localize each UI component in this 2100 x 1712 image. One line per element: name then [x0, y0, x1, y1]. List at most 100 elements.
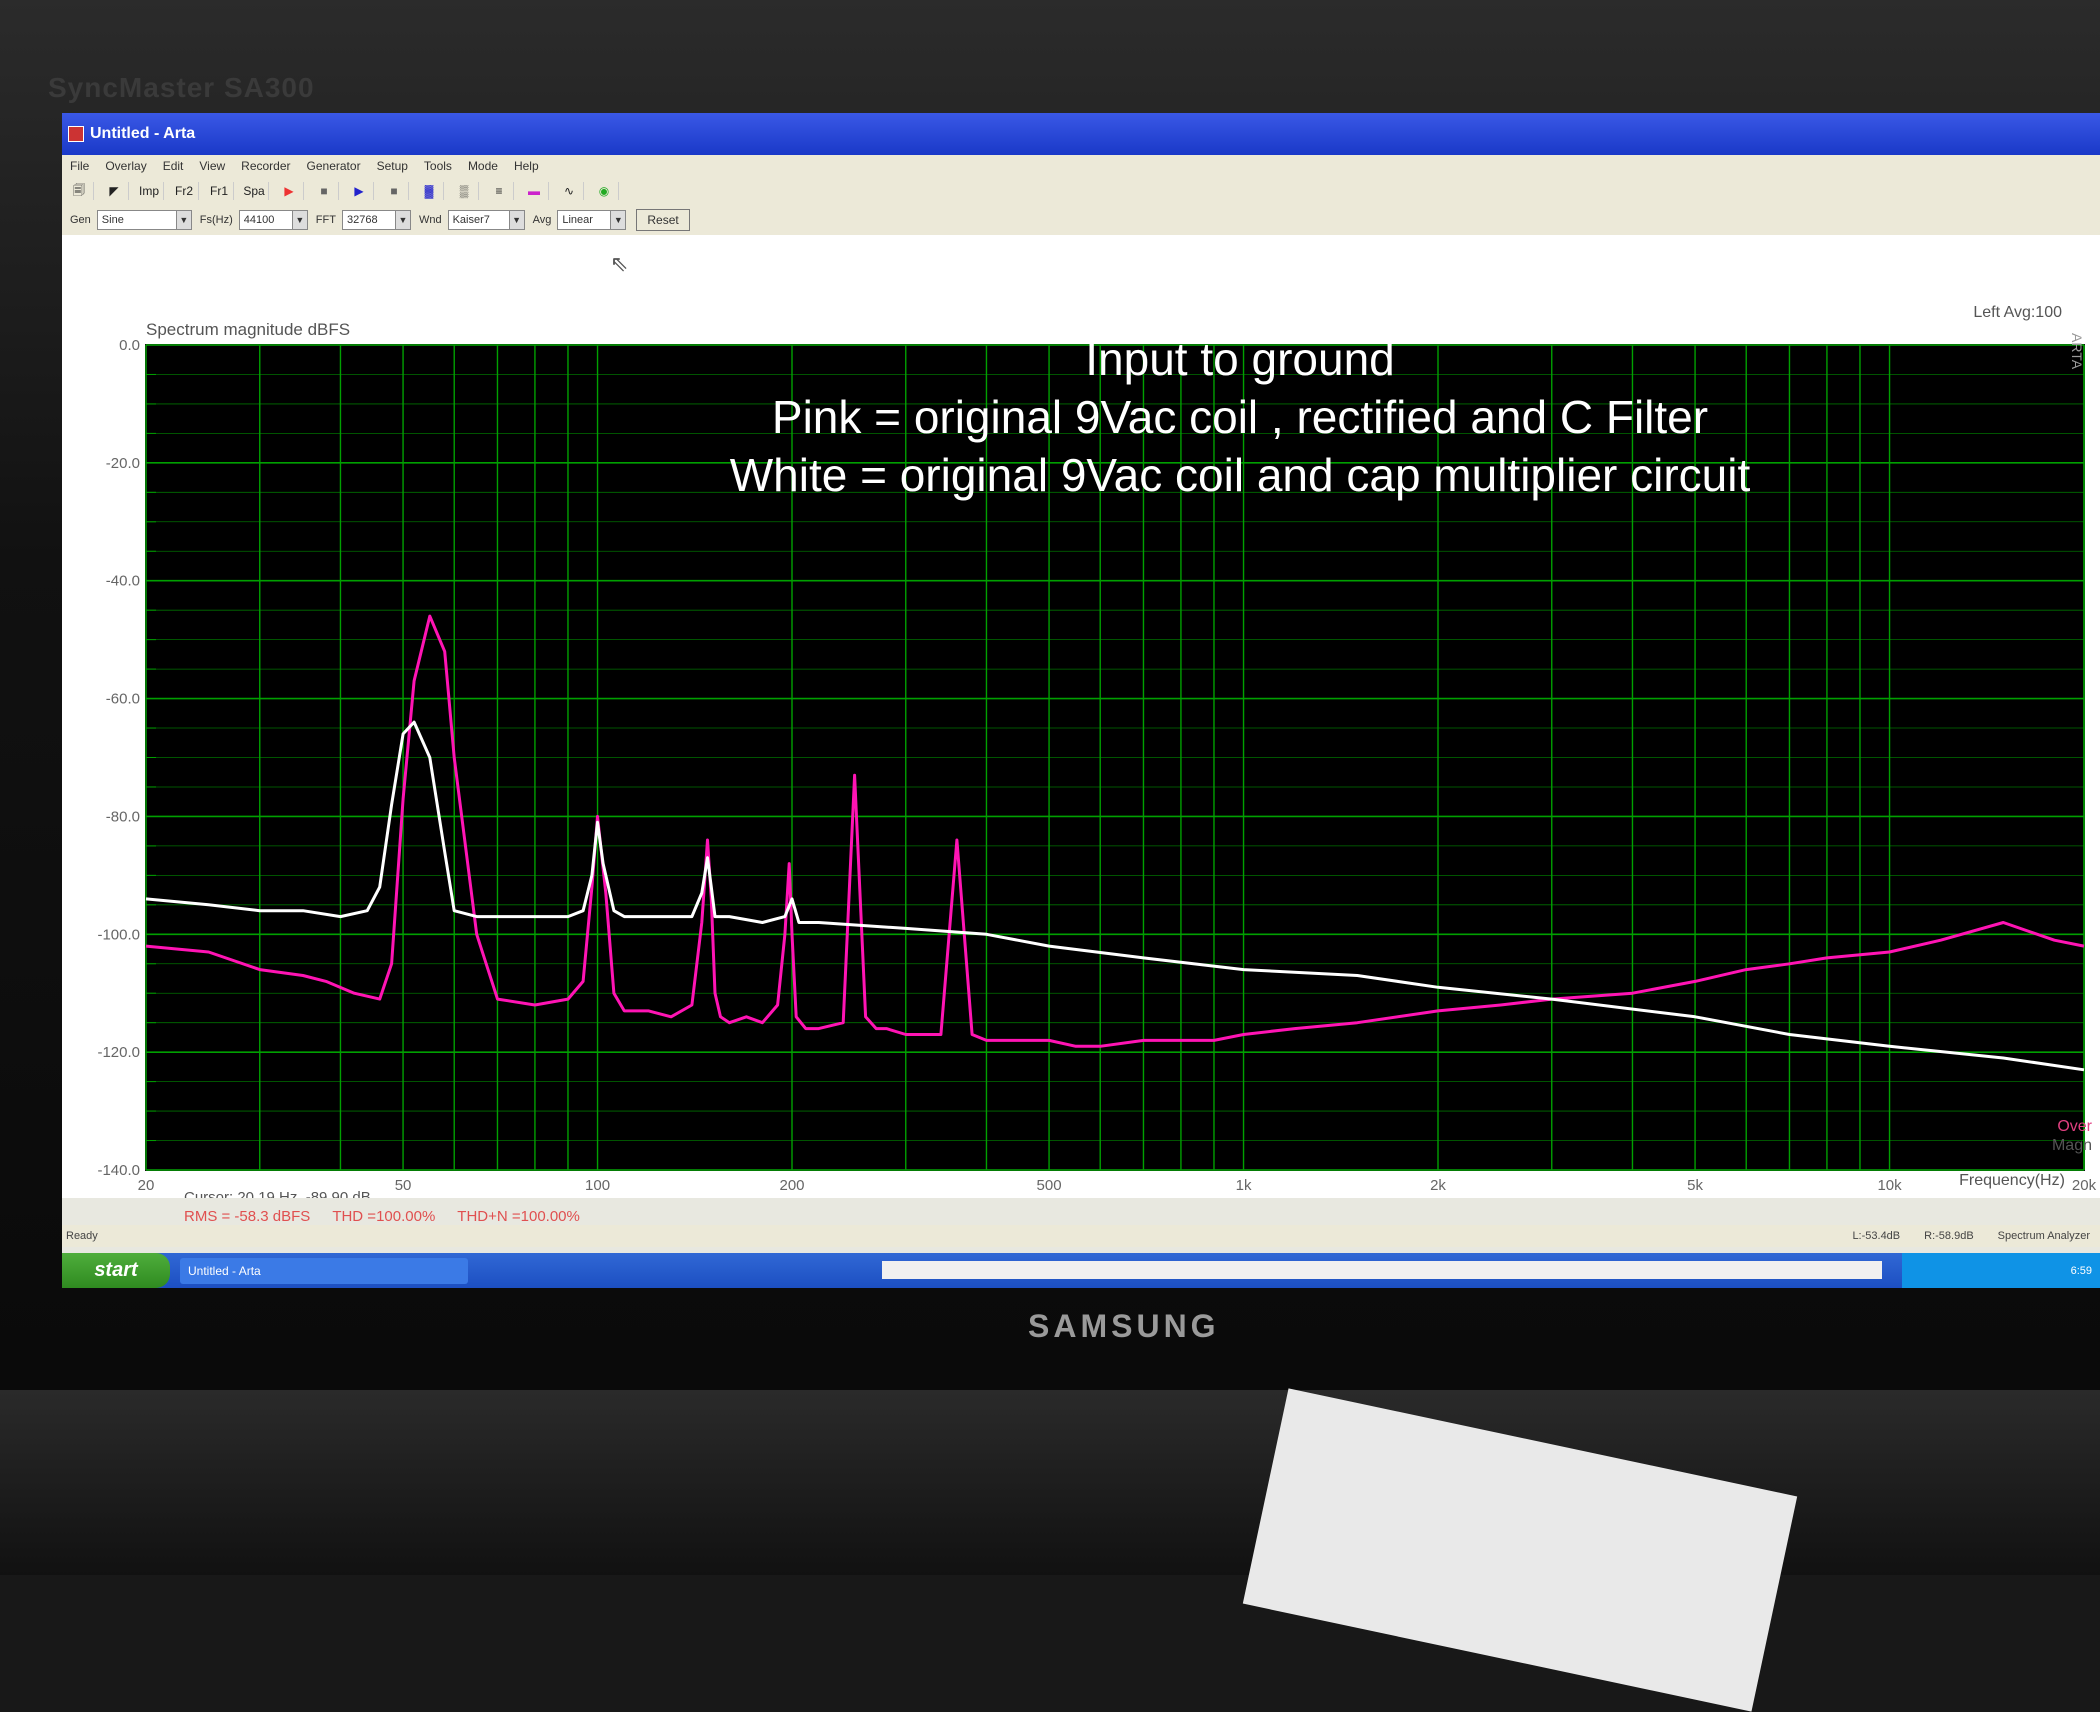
fft-select[interactable]: 32768	[341, 210, 396, 230]
main-toolbar: 🗐 ◤ Imp Fr2 Fr1 Spa ▶ ■ ▶ ■ ▓ ▒ ≡ ▬ ∿ ◉	[62, 177, 2100, 206]
measurement-readout: RMS = -58.3 dBFS THD =100.00% THD+N =100…	[184, 1208, 580, 1225]
stop2-icon[interactable]: ■	[380, 182, 409, 200]
x-axis-label: Frequency(Hz)	[1959, 1172, 2065, 1189]
y-tick-label: -20.0	[106, 455, 140, 472]
avg-field: Avg Linear ▼	[533, 210, 627, 230]
title-bar: Untitled - Arta	[62, 113, 2100, 155]
system-tray: 6:59	[1902, 1253, 2100, 1288]
avg-label: Avg	[532, 214, 552, 226]
annotation-white: White = original 9Vac coil and cap multi…	[730, 449, 1751, 501]
fs-field: Fs(Hz) 44100 ▼	[200, 210, 308, 230]
y-tick-label: -80.0	[106, 808, 140, 825]
annotation-pink: Pink = original 9Vac coil , rectified an…	[772, 391, 1708, 443]
avg-select[interactable]: Linear	[557, 210, 612, 230]
y-axis-label: Spectrum magnitude dBFS	[146, 320, 350, 339]
y-tick-label: -40.0	[106, 573, 140, 590]
chart-title: Input to ground	[1085, 333, 1394, 385]
window-title: Untitled - Arta	[90, 125, 196, 142]
stop-icon[interactable]: ■	[310, 182, 339, 200]
app-icon	[68, 126, 84, 142]
chevron-down-icon[interactable]: ▼	[292, 210, 308, 230]
spa-button[interactable]: Spa	[240, 182, 269, 200]
over-label: Over	[2057, 1118, 2092, 1135]
menu-view[interactable]: View	[199, 159, 225, 173]
chevron-down-icon[interactable]: ▼	[611, 210, 627, 230]
x-tick-label: 200	[779, 1177, 804, 1194]
gen-label: Gen	[70, 214, 91, 226]
status-bar: Ready L:-53.4dB R:-58.9dB Spectrum Analy…	[62, 1225, 2100, 1247]
x-tick-label: 5k	[1687, 1177, 1703, 1194]
imp-button[interactable]: Imp	[135, 182, 164, 200]
top-right-label: Left Avg:100	[1973, 304, 2062, 321]
scope-icon[interactable]: ◉	[590, 182, 619, 200]
menu-recorder[interactable]: Recorder	[241, 159, 290, 173]
chevron-down-icon[interactable]: ▼	[176, 210, 192, 230]
menu-tools[interactable]: Tools	[424, 159, 452, 173]
grid-icon[interactable]: ▒	[450, 182, 479, 200]
chevron-down-icon[interactable]: ▼	[395, 210, 411, 230]
menu-mode[interactable]: Mode	[468, 159, 498, 173]
menu-overlay[interactable]: Overlay	[105, 159, 146, 173]
y-tick-label: -120.0	[97, 1044, 140, 1061]
menu-setup[interactable]: Setup	[377, 159, 408, 173]
status-left-level: L:-53.4dB	[1852, 1230, 1901, 1242]
taskbar-strip	[882, 1261, 1882, 1279]
cursor-readout: Cursor: 20.19 Hz, -89.90 dB	[184, 1189, 371, 1198]
status-right-level: R:-58.9dB	[1924, 1230, 1974, 1242]
y-tick-label: -60.0	[106, 691, 140, 708]
start-button[interactable]: start	[62, 1253, 170, 1288]
x-tick-label: 10k	[1877, 1177, 1902, 1194]
fs-label: Fs(Hz)	[199, 214, 233, 226]
fr1-button[interactable]: Fr1	[205, 182, 234, 200]
record-icon[interactable]: ▶	[275, 182, 304, 200]
x-tick-label: 50	[395, 1177, 412, 1194]
monitor-model-label: SyncMaster SA300	[48, 72, 315, 103]
chevron-down-icon[interactable]: ▼	[509, 210, 525, 230]
copy-icon[interactable]: 🗐	[65, 182, 94, 200]
menu-generator[interactable]: Generator	[307, 159, 361, 173]
side-label: ARTA	[2069, 333, 2085, 370]
status-mode: Spectrum Analyzer	[1997, 1230, 2090, 1242]
reset-button[interactable]: Reset	[636, 209, 690, 231]
rms-readout: RMS = -58.3 dBFS	[184, 1208, 311, 1225]
wnd-field: Wnd Kaiser7 ▼	[419, 210, 525, 230]
clock: 6:59	[2070, 1264, 2092, 1277]
wave-icon[interactable]: ∿	[555, 182, 584, 200]
spectrum-icon[interactable]: ▓	[415, 182, 444, 200]
spectrum-chart[interactable]: 0.0 -20.0 -40.0 -60.0 -80.0 -100.0 -120.0 -140.…	[62, 235, 2100, 1198]
x-tick-label: 20k	[2072, 1177, 2097, 1194]
fr2-button[interactable]: Fr2	[170, 182, 199, 200]
menu-file[interactable]: File	[70, 159, 89, 173]
wnd-select[interactable]: Kaiser7	[447, 210, 510, 230]
x-tick-label: 20	[138, 1177, 155, 1194]
pointer-icon[interactable]: ◤	[100, 182, 129, 200]
settings-bar: Gen Sine ▼ Fs(Hz) 44100 ▼ FFT 32768 ▼ Wn…	[62, 205, 2100, 235]
plot-area-background: 0.0 -20.0 -40.0 -60.0 -80.0 -100.0 -120.0 -140.…	[62, 235, 2100, 1198]
gen-field: Gen Sine ▼	[70, 210, 192, 230]
menu-bar: File Overlay Edit View Recorder Generato…	[62, 155, 2100, 177]
status-ready: Ready	[66, 1230, 98, 1242]
monitor-brand-logo: SAMSUNG	[1028, 1308, 1220, 1344]
y-tick-label: -140.0	[97, 1162, 140, 1179]
fft-field: FFT 32768 ▼	[316, 210, 411, 230]
gen-select[interactable]: Sine	[96, 210, 177, 230]
menu-edit[interactable]: Edit	[163, 159, 184, 173]
thdn-readout: THD+N =100.00%	[457, 1208, 580, 1225]
mouse-pointer-icon: ⇖	[610, 251, 629, 276]
color-icon[interactable]: ▬	[520, 182, 549, 200]
x-tick-label: 500	[1037, 1177, 1062, 1194]
screen: Untitled - Arta File Overlay Edit View R…	[62, 113, 2100, 1288]
link-icon[interactable]: ≡	[485, 182, 514, 200]
fft-label: FFT	[315, 214, 336, 226]
taskbar-item-arta[interactable]: Untitled - Arta	[180, 1257, 468, 1284]
x-tick-label: 2k	[1430, 1177, 1446, 1194]
magn-label: Magn	[2052, 1137, 2092, 1154]
x-tick-label: 100	[585, 1177, 610, 1194]
fs-select[interactable]: 44100	[238, 210, 293, 230]
y-tick-label: -100.0	[97, 926, 140, 943]
play-icon[interactable]: ▶	[345, 182, 374, 200]
thd-readout: THD =100.00%	[332, 1208, 436, 1225]
wnd-label: Wnd	[418, 214, 442, 226]
y-tick-label: 0.0	[119, 337, 140, 354]
menu-help[interactable]: Help	[514, 159, 539, 173]
